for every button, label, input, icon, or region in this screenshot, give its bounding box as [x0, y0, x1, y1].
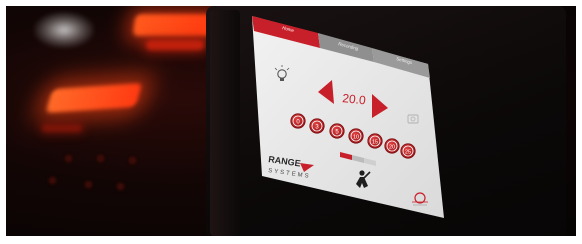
photo-frame: Home Recording Settings 20.0 0 3 5 10 15… [0, 0, 582, 244]
preset-button-label: 15 [372, 140, 378, 146]
preset-button[interactable]: 10 [348, 128, 364, 144]
preset-button-label: 10 [353, 135, 359, 141]
preset-button[interactable]: 15 [367, 133, 383, 149]
preset-button[interactable]: 0 [290, 113, 306, 129]
preset-button[interactable]: 20 [384, 138, 400, 154]
value-display: 20.0 [342, 91, 367, 107]
touchscreen: Home Recording Settings 20.0 0 3 5 10 15… [252, 16, 444, 218]
preset-button[interactable]: 3 [309, 118, 325, 134]
preset-button-label: 25 [405, 150, 411, 156]
preset-button-label: 20 [389, 145, 395, 151]
preset-button[interactable]: 5 [329, 123, 345, 139]
preset-button[interactable]: 25 [400, 143, 416, 159]
